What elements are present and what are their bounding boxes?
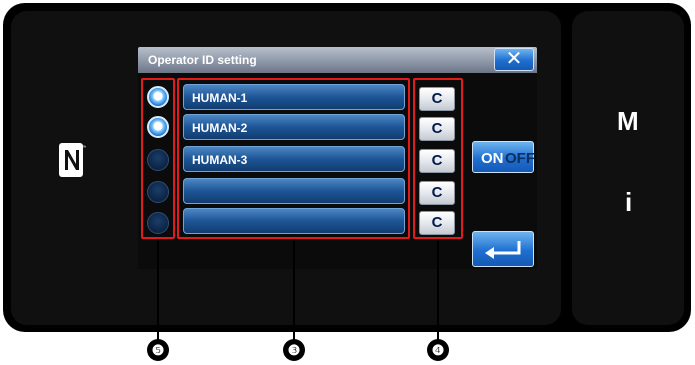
nfc-icon[interactable]: ™ bbox=[58, 142, 87, 178]
info-button[interactable]: i bbox=[625, 187, 632, 218]
callout-3: ❸ bbox=[283, 339, 305, 361]
callout-4: ❹ bbox=[427, 339, 449, 361]
off-label: OFF bbox=[505, 150, 535, 167]
clear-column-highlight bbox=[413, 78, 463, 239]
close-button[interactable]: ✕ bbox=[494, 48, 534, 71]
dialog-title: Operator ID setting bbox=[148, 53, 257, 67]
side-screen bbox=[572, 11, 684, 325]
enter-button[interactable] bbox=[472, 231, 534, 267]
m-button[interactable]: M bbox=[617, 106, 639, 137]
on-off-button[interactable]: ON OFF bbox=[472, 141, 535, 173]
dialog-title-bar: Operator ID setting bbox=[138, 47, 537, 73]
on-label: ON bbox=[481, 150, 504, 167]
callout-5: ❺ bbox=[147, 339, 169, 361]
callout-leader-radio bbox=[157, 239, 159, 342]
radio-column-highlight bbox=[141, 78, 175, 239]
svg-text:™: ™ bbox=[82, 145, 86, 151]
close-icon: ✕ bbox=[505, 48, 523, 70]
callout-leader-clear bbox=[437, 239, 439, 342]
enter-arrow-icon bbox=[485, 241, 521, 259]
id-column-highlight bbox=[177, 78, 410, 239]
callout-leader-id bbox=[293, 239, 295, 342]
